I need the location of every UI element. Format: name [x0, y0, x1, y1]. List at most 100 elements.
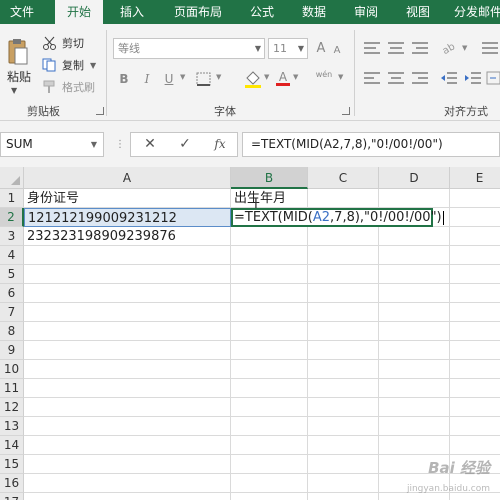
tab-review[interactable]: 审阅: [344, 0, 388, 24]
tab-home[interactable]: 开始: [55, 0, 103, 24]
clipboard-launcher-icon[interactable]: [96, 107, 104, 115]
scissors-icon: [43, 36, 56, 50]
tab-page-layout[interactable]: 页面布局: [163, 0, 233, 24]
row-gridline: [24, 416, 500, 417]
formula-buttons: ✕ ✓ fx: [130, 132, 238, 157]
column-header-a[interactable]: A: [24, 167, 231, 189]
cell-a2[interactable]: 121212199009231212: [24, 208, 231, 227]
font-group-label: 字体: [214, 105, 236, 118]
row-header-1[interactable]: 1: [0, 189, 24, 208]
formula-input[interactable]: =TEXT(MID(A2,7,8),"0!/00!/00"): [242, 132, 500, 157]
cell-a1[interactable]: 身份证号: [24, 189, 231, 208]
font-size-box[interactable]: 11 ▼: [268, 38, 308, 59]
shrink-font-button[interactable]: A: [331, 42, 343, 60]
row-gridline: [24, 359, 500, 360]
row-gridline: [24, 397, 500, 398]
column-gridline: [378, 189, 379, 500]
paste-dropdown-icon[interactable]: ▼: [11, 86, 17, 95]
cell-b2-editing[interactable]: =TEXT(MID(A2,7,8),"0!/00!/00"): [231, 208, 444, 227]
increase-indent-icon[interactable]: [464, 70, 482, 86]
tab-file[interactable]: 文件: [0, 0, 44, 24]
font-name-dropdown-icon[interactable]: ▼: [255, 39, 261, 58]
font-color-button[interactable]: A: [276, 70, 290, 86]
cut-button[interactable]: 剪切: [42, 34, 84, 52]
row-header-4[interactable]: 4: [0, 246, 24, 265]
fill-color-icon[interactable]: [244, 70, 262, 88]
row-gridline: [24, 283, 500, 284]
ribbon-tab-bar: 文件 开始 插入 页面布局 公式 数据 审阅 视图 分发邮件: [0, 0, 500, 24]
font-name-value: 等线: [118, 42, 140, 55]
borders-icon[interactable]: [196, 72, 212, 87]
cell-a3[interactable]: 232323198909239876: [24, 227, 231, 246]
tab-data[interactable]: 数据: [292, 0, 336, 24]
row-header-13[interactable]: 13: [0, 417, 24, 436]
row-header-12[interactable]: 12: [0, 398, 24, 417]
orientation-dropdown-icon[interactable]: ▼: [462, 44, 467, 52]
underline-button[interactable]: U: [162, 70, 176, 88]
fill-color-dropdown-icon[interactable]: ▼: [264, 73, 269, 81]
row-gridline: [24, 321, 500, 322]
format-painter-button[interactable]: 格式刷: [42, 78, 95, 96]
insert-function-icon[interactable]: fx: [205, 133, 235, 156]
column-header-c[interactable]: C: [308, 167, 379, 189]
font-name-box[interactable]: 等线 ▼: [113, 38, 265, 59]
formula-bar: SUM ▼ ⋮ ✕ ✓ fx =TEXT(MID(A2,7,8),"0!/00!…: [0, 121, 500, 167]
paintbrush-icon: [43, 80, 55, 93]
row-header-10[interactable]: 10: [0, 360, 24, 379]
merge-center-icon[interactable]: [486, 70, 500, 86]
text-cursor: [442, 210, 444, 225]
tab-insert[interactable]: 插入: [110, 0, 154, 24]
column-gridline: [449, 189, 450, 500]
bold-button[interactable]: B: [116, 70, 132, 88]
worksheet-grid[interactable]: A B C D E 1234567891011121314151617 身份证号…: [0, 167, 500, 500]
tab-mailings[interactable]: 分发邮件: [448, 0, 500, 24]
format-painter-label: 格式刷: [62, 81, 95, 94]
cell-b1[interactable]: 出生年月: [231, 189, 308, 208]
tab-view[interactable]: 视图: [396, 0, 440, 24]
borders-dropdown-icon[interactable]: ▼: [216, 73, 221, 81]
enter-icon[interactable]: ✓: [170, 133, 200, 156]
column-header-b[interactable]: B: [231, 167, 308, 189]
alignment-group-label: 对齐方式: [444, 105, 488, 118]
name-box-dropdown-icon[interactable]: ▼: [91, 133, 97, 156]
row-header-15[interactable]: 15: [0, 455, 24, 474]
decrease-indent-icon[interactable]: [440, 70, 458, 86]
row-header-17[interactable]: 17: [0, 493, 24, 500]
watermark-url: jingyan.baidu.com: [406, 484, 490, 494]
ribbon: 粘贴 ▼ 剪切 复制 ▼ 格式刷 剪贴板 等线 ▼ 11 ▼ A A B I U…: [0, 24, 500, 121]
cancel-icon[interactable]: ✕: [135, 133, 165, 156]
row-header-5[interactable]: 5: [0, 265, 24, 284]
orientation-icon[interactable]: ab: [440, 38, 460, 56]
name-box[interactable]: SUM ▼: [0, 132, 104, 157]
phonetic-dropdown-icon[interactable]: ▼: [338, 73, 343, 81]
italic-button[interactable]: I: [140, 70, 154, 88]
font-size-value: 11: [273, 42, 287, 55]
column-header-e[interactable]: E: [450, 167, 500, 189]
font-launcher-icon[interactable]: [342, 107, 350, 115]
row-header-11[interactable]: 11: [0, 379, 24, 398]
copy-button[interactable]: 复制 ▼: [42, 56, 96, 74]
row-header-6[interactable]: 6: [0, 284, 24, 303]
group-divider: [354, 30, 355, 116]
row-header-3[interactable]: 3: [0, 227, 24, 246]
row-gridline: [24, 378, 500, 379]
row-header-14[interactable]: 14: [0, 436, 24, 455]
grow-font-button[interactable]: A: [314, 40, 328, 58]
row-header-2[interactable]: 2: [0, 208, 24, 227]
edit-formula-ref: A2: [312, 210, 331, 225]
row-header-8[interactable]: 8: [0, 322, 24, 341]
font-size-dropdown-icon[interactable]: ▼: [298, 39, 304, 58]
column-header-d[interactable]: D: [379, 167, 450, 189]
paste-button[interactable]: 粘贴: [7, 68, 31, 85]
resize-handle-icon[interactable]: ⋮: [115, 139, 125, 150]
tab-formulas[interactable]: 公式: [240, 0, 284, 24]
row-header-16[interactable]: 16: [0, 474, 24, 493]
phonetic-button[interactable]: wén: [312, 66, 336, 84]
underline-dropdown-icon[interactable]: ▼: [180, 73, 185, 81]
row-header-9[interactable]: 9: [0, 341, 24, 360]
row-header-7[interactable]: 7: [0, 303, 24, 322]
copy-dropdown-icon[interactable]: ▼: [90, 61, 96, 70]
paste-icon[interactable]: [7, 37, 29, 67]
select-all-button[interactable]: [0, 167, 24, 189]
font-color-dropdown-icon[interactable]: ▼: [293, 73, 298, 81]
